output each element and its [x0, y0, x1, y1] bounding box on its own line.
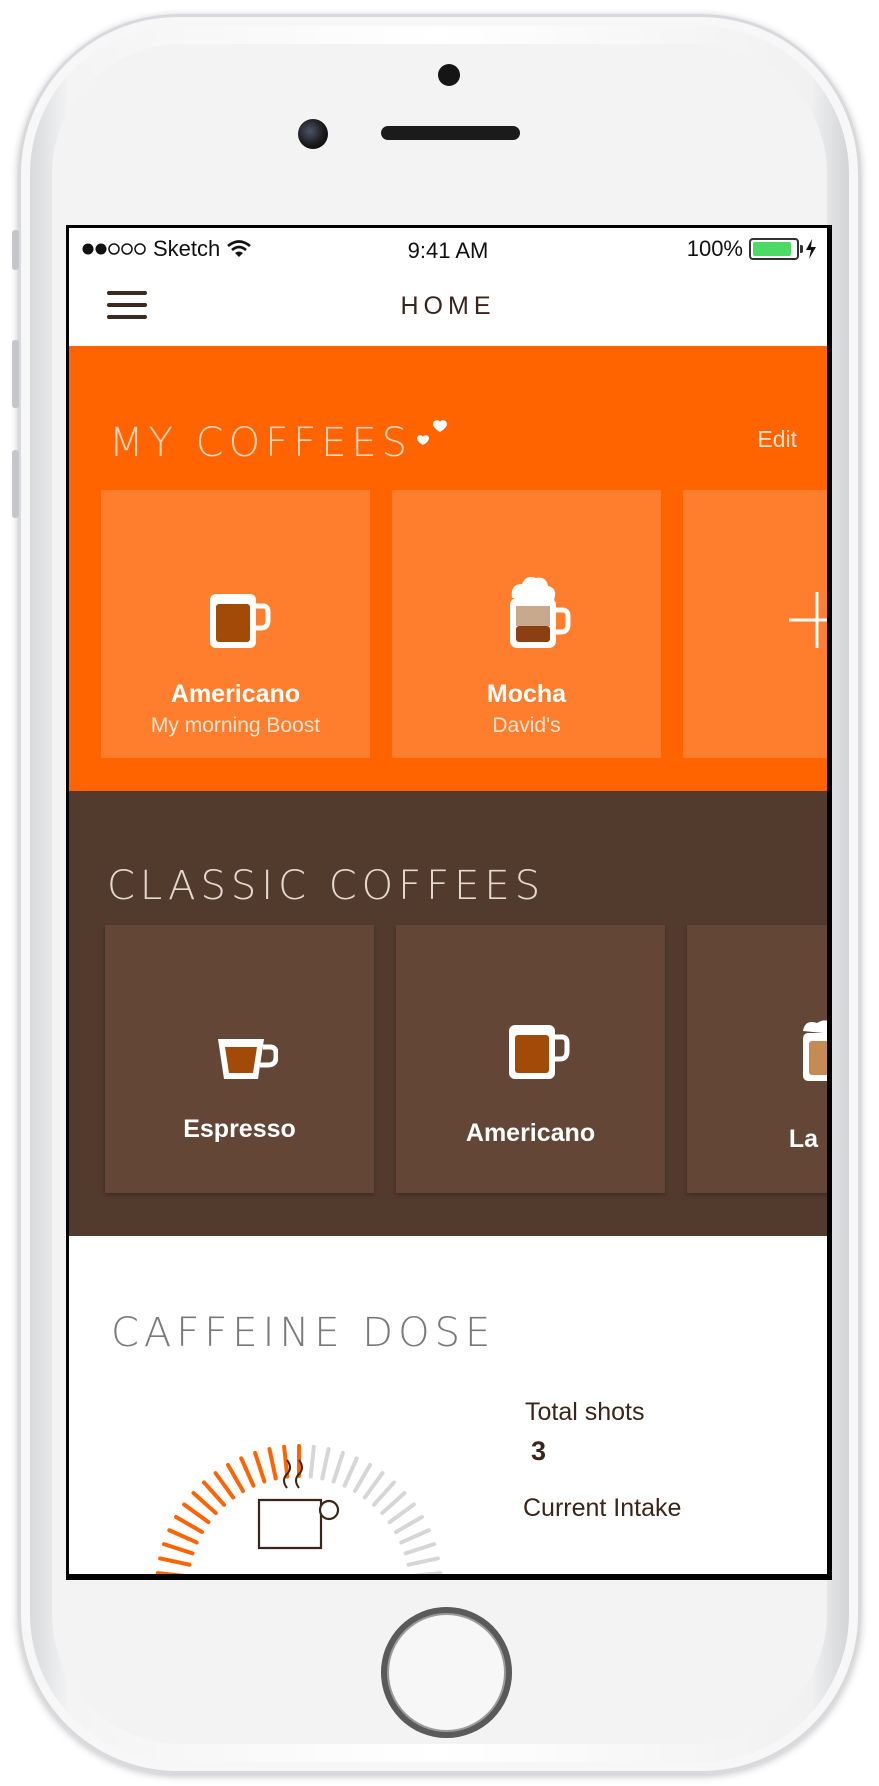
mug-icon [210, 594, 271, 648]
gauge-tick [353, 1463, 372, 1494]
card-name: Mocha [486, 680, 567, 708]
my-coffees-title: MY COFFEES [109, 420, 413, 466]
hearts-icon [417, 420, 447, 445]
gauge-tick [191, 1490, 218, 1516]
gauge-tick [380, 1490, 407, 1516]
gauge-tick [362, 1471, 385, 1500]
front-camera [438, 64, 460, 86]
mocha-cup-icon [510, 576, 571, 648]
caffeine-dose-title: CAFFEINE DOSE [111, 1310, 496, 1356]
classic-coffees-section: CLASSIC COFFEES Espresso Americano La [69, 791, 827, 1236]
app-viewport: Sketch 9:41 AM 100% HOME MY COFFEES Edit… [69, 228, 827, 1574]
mug-icon [509, 1025, 570, 1079]
gauge-tick [161, 1542, 195, 1556]
volume-down-button [12, 450, 19, 518]
classic-card-americano[interactable]: Americano [396, 925, 665, 1193]
volume-up-button [12, 340, 19, 408]
gauge-tick [282, 1444, 290, 1479]
gauge-tick [320, 1447, 331, 1481]
card-name: Americano [465, 1119, 596, 1147]
battery-icon [749, 238, 803, 260]
mute-switch [12, 230, 19, 270]
home-button[interactable] [381, 1607, 512, 1738]
total-shots-label: Total shots [525, 1398, 645, 1426]
card-subtitle: My morning Boost [150, 714, 321, 737]
steaming-cup-icon [257, 1459, 340, 1550]
gauge-tick [155, 1571, 185, 1574]
espresso-cup-icon [218, 1039, 278, 1079]
phone-screen: Sketch 9:41 AM 100% HOME MY COFFEES Edit… [66, 225, 832, 1580]
gauge-tick [387, 1502, 416, 1525]
earpiece-speaker [381, 126, 520, 140]
my-coffee-card-americano[interactable]: Americano My morning Boost [101, 490, 370, 758]
status-bar: Sketch 9:41 AM 100% [69, 228, 827, 272]
gauge-tick [239, 1456, 256, 1488]
gauge-tick [213, 1471, 236, 1500]
page-title: HOME [400, 292, 496, 320]
gauge-tick [308, 1444, 316, 1479]
gauge-tick [253, 1450, 267, 1484]
card-subtitle: David's [492, 714, 561, 737]
total-shots-value: 3 [531, 1436, 547, 1466]
gauge-tick [167, 1528, 199, 1545]
plus-icon [789, 592, 827, 648]
card-name: Espresso [183, 1115, 296, 1143]
caffeine-gauge [155, 1444, 443, 1574]
classic-card-espresso[interactable]: Espresso [105, 925, 374, 1193]
charging-bolt-icon [806, 239, 816, 259]
classic-coffees-title: CLASSIC COFFEES [107, 863, 546, 909]
navigation-bar: HOME [69, 272, 827, 338]
my-coffees-section: MY COFFEES Edit Americano My morning Boo… [69, 346, 827, 791]
current-intake-label: Current Intake [523, 1494, 682, 1522]
card-name: Americano [170, 680, 301, 708]
caffeine-dose-section: CAFFEINE DOSE Total shots 3 Current Inta… [69, 1236, 827, 1574]
status-right: 100% [687, 236, 817, 262]
gauge-tick [406, 1556, 440, 1567]
gauge-tick [342, 1456, 359, 1488]
gauge-tick [226, 1463, 245, 1494]
gauge-tick [158, 1556, 192, 1567]
gauge-tick [399, 1528, 431, 1545]
gauge-tick [201, 1480, 227, 1507]
proximity-sensor [298, 119, 328, 149]
gauge-tick [331, 1450, 345, 1484]
gauge-tick [393, 1515, 424, 1534]
card-name: La [788, 1125, 819, 1153]
gauge-tick [413, 1571, 443, 1574]
gauge-tick [174, 1515, 205, 1534]
gauge-tick [182, 1502, 211, 1525]
gauge-tick [371, 1480, 397, 1507]
battery-percent: 100% [686, 236, 743, 261]
add-coffee-card[interactable] [683, 490, 827, 758]
gauge-tick [267, 1447, 278, 1481]
classic-card-latte[interactable]: La [687, 925, 827, 1193]
latte-glass-icon [803, 1020, 827, 1081]
edit-link[interactable]: Edit [757, 426, 797, 453]
gauge-tick [403, 1542, 437, 1556]
battery-fill [753, 242, 791, 256]
my-coffee-card-mocha[interactable]: Mocha David's [392, 490, 661, 758]
